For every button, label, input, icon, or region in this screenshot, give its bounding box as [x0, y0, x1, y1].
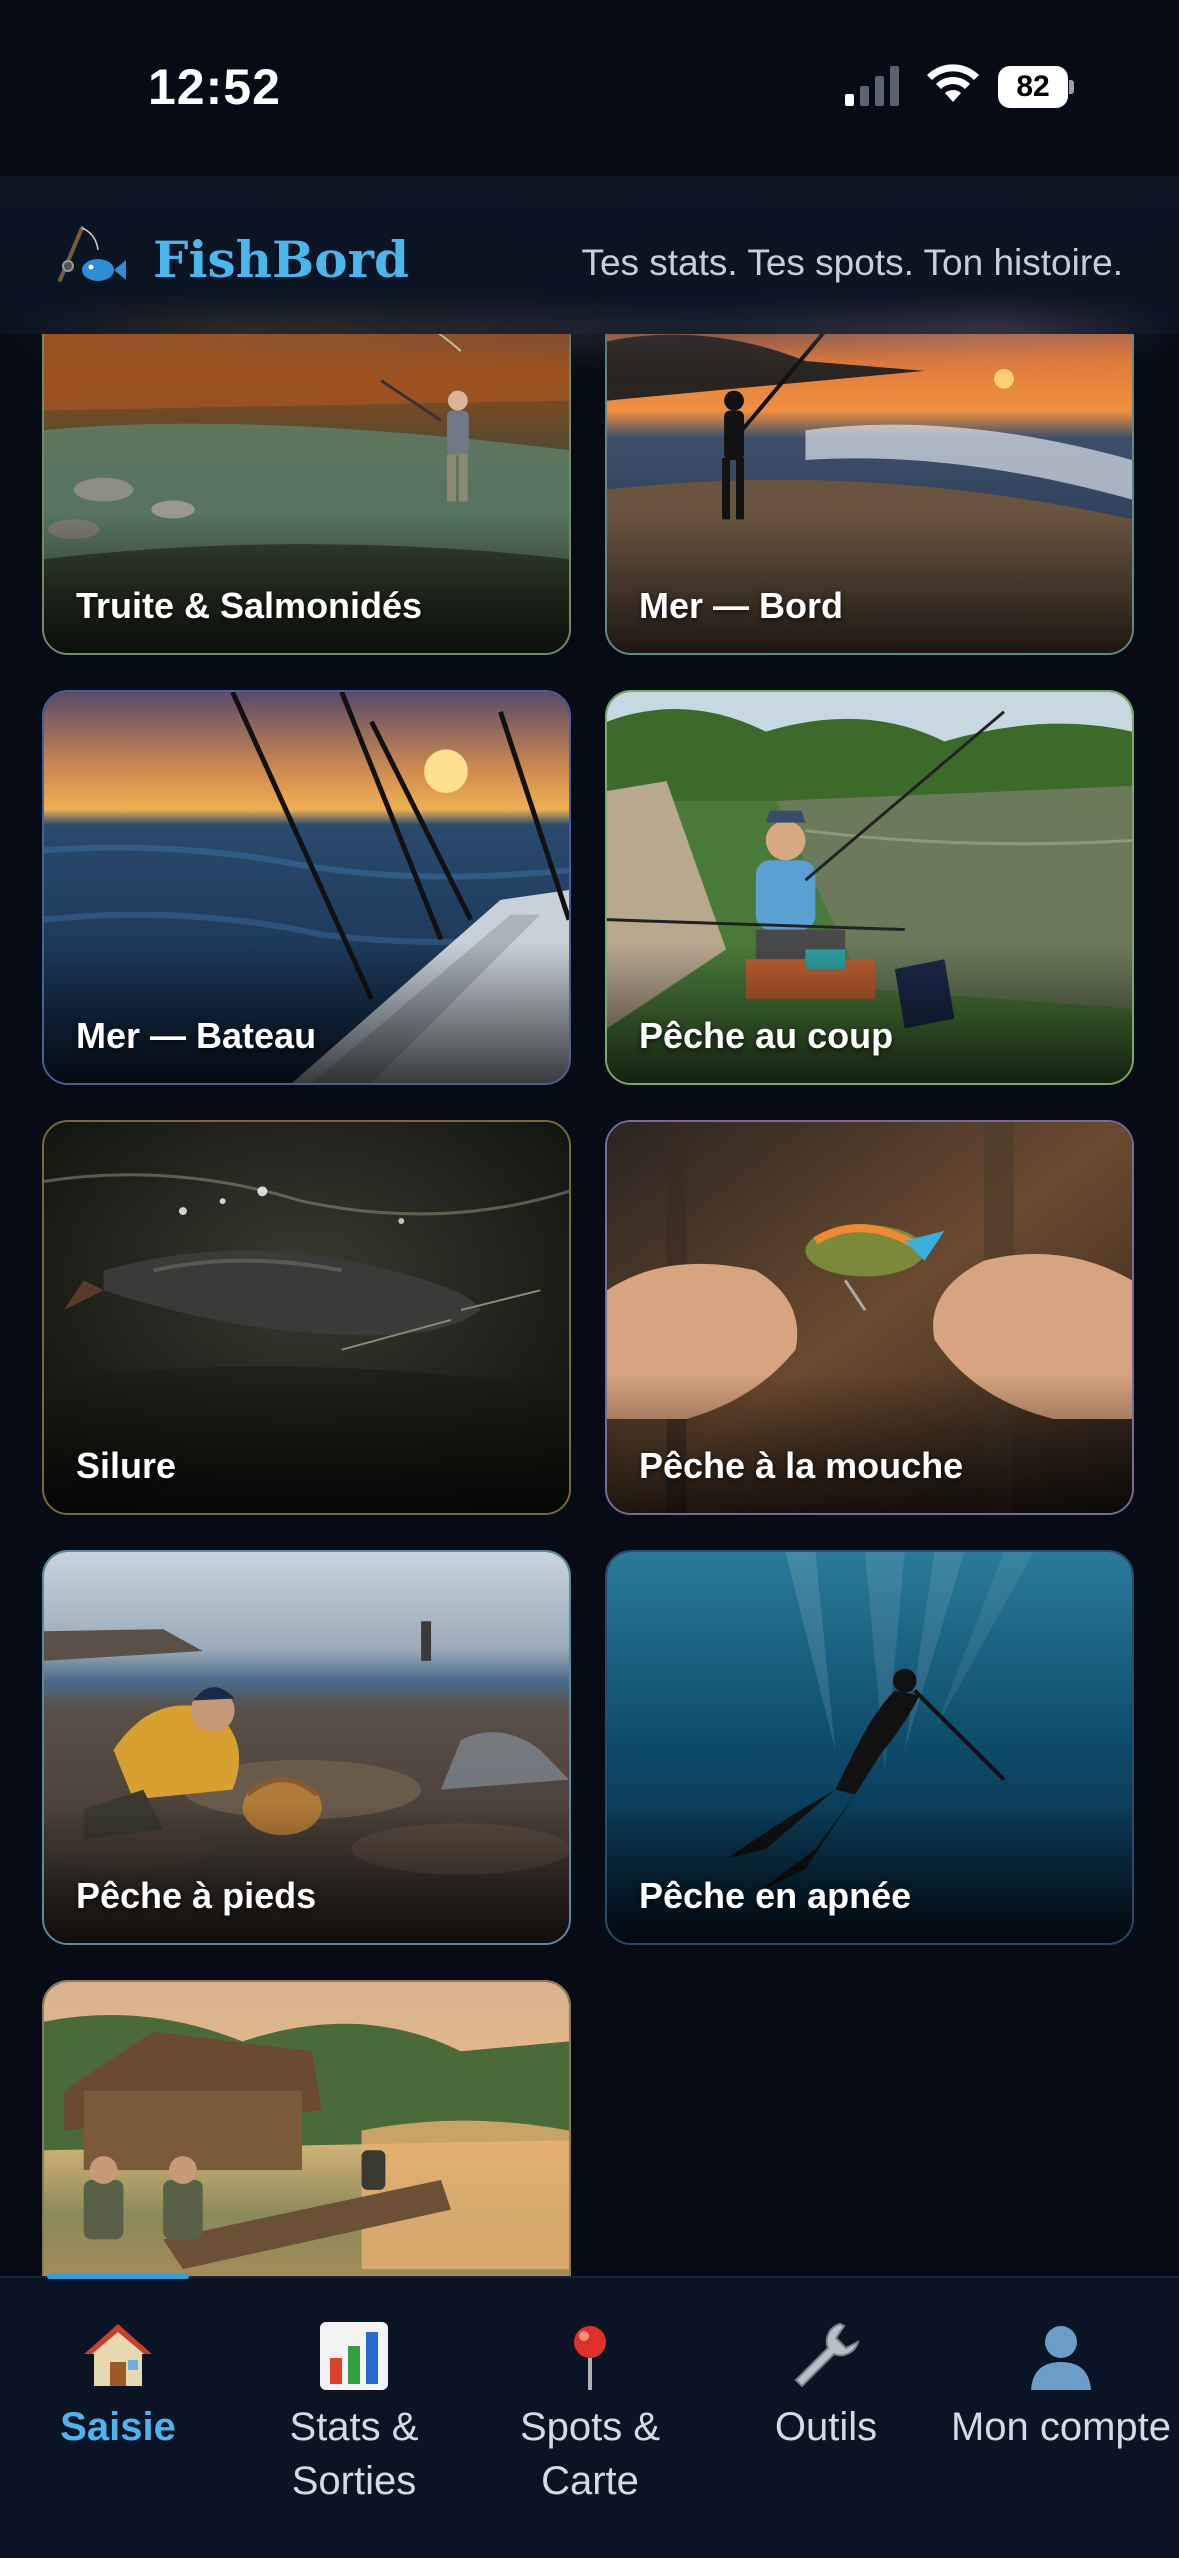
tab-outils[interactable]: Outils	[708, 2318, 944, 2528]
house-icon	[84, 2324, 152, 2386]
tab-saisie[interactable]: Saisie	[0, 2318, 236, 2528]
category-label: Truite & Salmonidés	[76, 585, 423, 626]
pushpin-icon	[574, 2326, 606, 2390]
fishing-logo-icon	[58, 226, 126, 282]
category-label: Pêche à pieds	[76, 1875, 317, 1916]
app-tagline: Tes stats. Tes spots. Ton histoire.	[581, 242, 1123, 283]
active-tab-indicator	[47, 2274, 189, 2279]
category-card-peche-apnee[interactable]: Pêche en apnée	[605, 1550, 1134, 1945]
tab-label: Saisie	[60, 2405, 176, 2449]
category-label: Pêche en apnée	[639, 1875, 912, 1916]
category-card-peche-a-pieds[interactable]: Pêche à pieds	[42, 1550, 571, 1945]
cellular-signal-icon	[845, 66, 899, 106]
app-header: FishBord Tes stats. Tes spots. Ton histo…	[0, 176, 1179, 352]
category-label: Pêche à la mouche	[639, 1445, 964, 1486]
category-grid: Truite & Salmonidés Mer — Bord Mer — Bat…	[42, 298, 1137, 2276]
app-logo-text: FishBord	[153, 230, 409, 289]
category-label: Mer — Bateau	[76, 1015, 317, 1056]
tab-label: Stats & Sorties	[289, 2405, 419, 2503]
category-label: Silure	[76, 1445, 177, 1486]
battery-icon: 82	[998, 66, 1074, 108]
category-card-silure[interactable]: Silure	[42, 1120, 571, 1515]
bottom-tab-bar: Saisie Stats & Sorties Spots & Carte Out…	[0, 2274, 1179, 2558]
tab-label: Mon compte	[950, 2405, 1172, 2449]
category-label: Pêche au coup	[639, 1015, 894, 1056]
tab-spots-carte[interactable]: Spots & Carte	[472, 2318, 708, 2528]
tab-mon-compte[interactable]: Mon compte	[943, 2318, 1179, 2528]
status-time: 12:52	[148, 59, 281, 115]
category-card-mer-bateau[interactable]: Mer — Bateau	[42, 690, 571, 1085]
tab-label: Spots & Carte	[519, 2405, 661, 2503]
tab-label: Outils	[774, 2405, 878, 2449]
wrench-icon	[794, 2322, 860, 2388]
lake-cabin-image	[44, 1982, 569, 2276]
bar-chart-icon	[320, 2322, 388, 2390]
status-bar: 12:52 82	[0, 0, 1179, 176]
category-label: Mer — Bord	[639, 585, 844, 626]
user-icon	[1031, 2326, 1091, 2390]
battery-level: 82	[998, 66, 1068, 108]
tab-stats-sorties[interactable]: Stats & Sorties	[236, 2318, 472, 2528]
category-card-peche-au-coup[interactable]: Pêche au coup	[605, 690, 1134, 1085]
category-card-9[interactable]	[42, 1980, 571, 2276]
category-card-peche-mouche[interactable]: Pêche à la mouche	[605, 1120, 1134, 1515]
wifi-icon	[927, 64, 979, 102]
